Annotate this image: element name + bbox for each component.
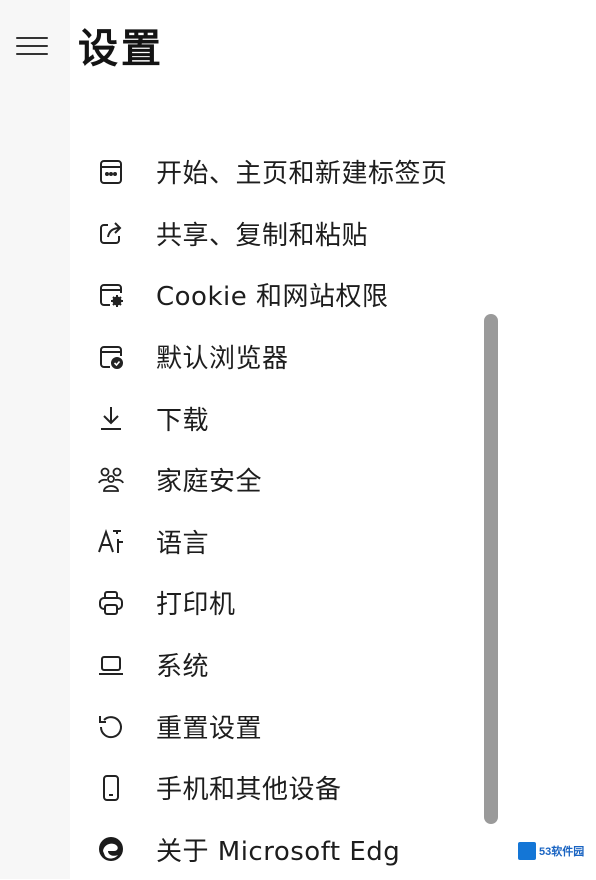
nav-item-about-edge[interactable]: 关于 Microsoft Edg (96, 819, 486, 880)
nav-item-label: 手机和其他设备 (156, 775, 342, 806)
site-permissions-icon (96, 278, 138, 312)
page-title: 设置 (78, 26, 164, 72)
nav-item-default-browser[interactable]: 默认浏览器 (96, 326, 486, 388)
watermark: 53软件园 (518, 838, 584, 864)
share-icon (96, 216, 138, 250)
laptop-icon (96, 648, 138, 682)
watermark-logo-icon (518, 842, 536, 860)
side-strip (0, 0, 70, 879)
scrollbar-thumb[interactable] (484, 314, 498, 824)
hamburger-menu-icon[interactable] (8, 18, 56, 74)
nav-item-phone-devices[interactable]: 手机和其他设备 (96, 757, 486, 819)
settings-nav: 开始、主页和新建标签页 共享、复制和粘贴 Cookie 和网站权限 默认浏览器 … (96, 141, 486, 880)
nav-item-label: 下载 (156, 405, 210, 436)
nav-item-share-copy-paste[interactable]: 共享、复制和粘贴 (96, 203, 486, 265)
reset-icon (96, 709, 138, 743)
phone-icon (96, 771, 138, 805)
nav-item-label: 打印机 (156, 590, 236, 621)
new-tab-page-icon (96, 155, 138, 189)
nav-item-label: 语言 (156, 528, 210, 559)
download-icon (96, 401, 138, 435)
nav-item-label: 默认浏览器 (156, 344, 289, 375)
nav-item-label: 系统 (156, 652, 210, 683)
nav-item-label: 关于 Microsoft Edg (156, 836, 401, 867)
nav-item-cookie-site-permissions[interactable]: Cookie 和网站权限 (96, 264, 486, 326)
nav-item-system[interactable]: 系统 (96, 634, 486, 696)
nav-item-family-safety[interactable]: 家庭安全 (96, 449, 486, 511)
nav-item-start-home-newtab[interactable]: 开始、主页和新建标签页 (96, 141, 486, 203)
nav-item-languages[interactable]: 语言 (96, 511, 486, 573)
watermark-text: 53软件园 (539, 846, 585, 858)
nav-item-downloads[interactable]: 下载 (96, 387, 486, 449)
printer-icon (96, 586, 138, 620)
nav-item-label: 共享、复制和粘贴 (156, 220, 369, 251)
family-icon (96, 463, 138, 497)
edge-logo-icon (96, 832, 138, 866)
nav-item-label: Cookie 和网站权限 (156, 282, 389, 313)
nav-item-label: 重置设置 (156, 713, 263, 744)
default-browser-icon (96, 340, 138, 374)
nav-item-label: 家庭安全 (156, 467, 263, 498)
nav-item-printers[interactable]: 打印机 (96, 572, 486, 634)
nav-item-reset-settings[interactable]: 重置设置 (96, 695, 486, 757)
language-icon (96, 524, 138, 558)
nav-item-label: 开始、主页和新建标签页 (156, 159, 448, 190)
